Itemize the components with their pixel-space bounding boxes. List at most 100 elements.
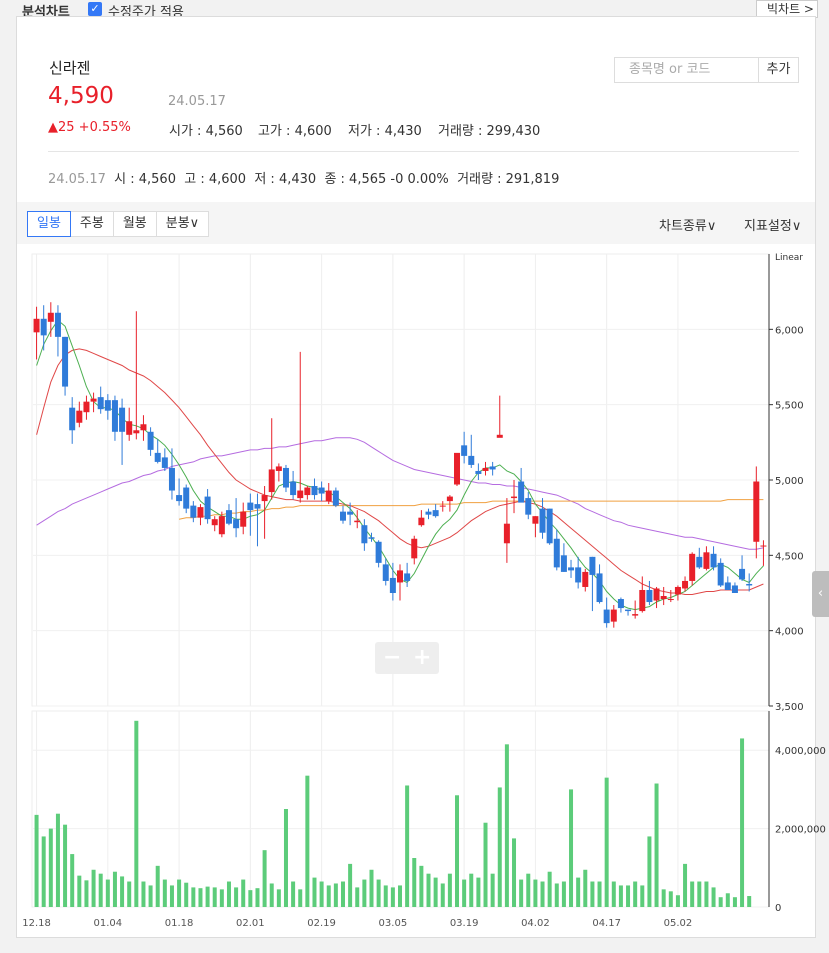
volume-bar — [547, 871, 552, 907]
volume-bar — [597, 881, 602, 907]
candle-body — [532, 516, 539, 524]
candle-body — [739, 568, 746, 580]
volume-bar — [697, 881, 702, 907]
candle-body — [418, 517, 425, 526]
volume-bar — [661, 889, 666, 907]
y-tick-label: 3,500 — [775, 702, 804, 713]
volume-bar — [711, 887, 716, 907]
candle-body — [639, 589, 646, 612]
volume-bar — [48, 828, 53, 907]
candle-body — [689, 553, 696, 581]
volume-bar — [611, 881, 616, 907]
candle-body — [168, 467, 175, 491]
volume-bar — [326, 885, 331, 907]
x-tick-label: 02.19 — [307, 918, 336, 929]
volume-bar — [70, 854, 75, 907]
volume-bar — [398, 885, 402, 907]
candle-body — [197, 507, 204, 518]
volume-bar — [134, 720, 139, 907]
candle-body — [603, 609, 610, 624]
candle-body — [33, 318, 40, 333]
candle-body — [97, 397, 104, 410]
volume-bar — [98, 873, 103, 907]
candle-body — [632, 614, 639, 616]
candle-body — [753, 481, 760, 542]
volume-bar — [262, 850, 267, 907]
volume-bar — [433, 877, 438, 907]
volume-bar — [248, 890, 253, 907]
candle-body — [275, 466, 282, 471]
volume-bar — [476, 877, 481, 907]
volume-bar — [63, 824, 68, 907]
volume-bar — [405, 785, 410, 907]
volume-bar — [376, 879, 381, 907]
tab-daily[interactable]: 일봉 — [27, 211, 71, 237]
candle-body — [525, 498, 532, 515]
candle-body — [126, 421, 133, 435]
volume-bar — [412, 858, 417, 907]
zoom-controls: − + — [375, 642, 439, 674]
y-tick-label: 5,500 — [775, 401, 804, 412]
candle-body — [183, 487, 190, 509]
zoom-out-icon[interactable]: − — [383, 645, 401, 670]
candle-body — [40, 318, 47, 336]
zoom-in-icon[interactable]: + — [413, 645, 431, 670]
candle-body — [297, 490, 304, 499]
volume-bar — [84, 880, 89, 907]
candle-body — [731, 585, 738, 593]
volume-bar — [604, 777, 609, 907]
volume-bar — [91, 869, 96, 907]
price-chart[interactable]: 12.18 01.04 01.18 02.01 02.19 03.05 03.19 04.02… — [0, 0, 829, 953]
x-tick-label: 04.17 — [592, 918, 621, 929]
side-panel-toggle[interactable]: ‹ — [812, 571, 829, 617]
candle-body — [432, 510, 439, 517]
volume-bar — [283, 809, 288, 907]
scale-label: Linear — [775, 253, 803, 263]
candle-body — [404, 573, 411, 581]
candle-body — [261, 495, 268, 502]
candle-body — [90, 398, 97, 402]
candle-body — [104, 400, 111, 411]
x-tick-label: 05.02 — [664, 918, 693, 929]
candle-body — [439, 505, 446, 507]
candle-body — [617, 599, 624, 609]
candle-body — [475, 470, 482, 474]
volume-bar — [732, 897, 737, 907]
candle-body — [446, 496, 453, 502]
volume-bar — [590, 881, 595, 907]
volume-bar — [219, 889, 224, 907]
candle-body — [568, 567, 575, 571]
volume-bar — [348, 863, 353, 907]
candle-body — [389, 577, 396, 593]
volume-bar — [127, 881, 132, 907]
volume-bar — [718, 897, 723, 907]
volume-bar — [205, 886, 210, 907]
x-tick-label: 01.18 — [165, 918, 194, 929]
volume-bar — [419, 865, 424, 907]
volume-bar — [212, 887, 217, 907]
volume-bar — [55, 813, 60, 907]
volume-bar — [519, 879, 524, 907]
volume-bar — [561, 881, 566, 907]
volume-bar — [462, 879, 467, 907]
candle-body — [282, 467, 289, 488]
volume-bar — [191, 887, 196, 907]
candle-body — [268, 469, 275, 493]
candle-body — [190, 505, 197, 518]
volume-tick-label: 0 — [775, 903, 781, 914]
volume-bar — [633, 881, 638, 907]
y-tick-label: 5,000 — [775, 476, 804, 487]
candle-body — [47, 312, 54, 322]
volume-bar — [390, 887, 395, 907]
candle-body — [610, 609, 617, 622]
volume-bar — [41, 836, 46, 907]
candle-body — [375, 541, 382, 563]
volume-bar — [148, 885, 153, 907]
volume-bar — [291, 881, 296, 907]
candle-body — [347, 511, 354, 515]
candle-body — [454, 452, 461, 485]
candle-body — [161, 457, 168, 468]
volume-bar — [455, 795, 460, 907]
volume-bar — [533, 879, 538, 907]
candle-body — [133, 430, 140, 434]
